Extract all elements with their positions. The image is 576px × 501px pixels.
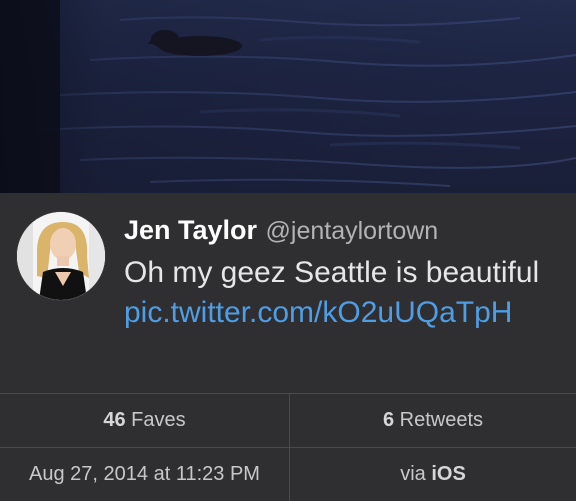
via-source[interactable]: via iOS [290,448,576,501]
water-scene [0,0,576,193]
avatar[interactable] [17,212,105,300]
timestamp: Aug 27, 2014 at 11:23 PM [0,448,289,501]
author-name[interactable]: Jen Taylor [124,215,257,245]
faves-label: Faves [131,409,186,431]
retweets-stat[interactable]: 6 Retweets [290,394,576,447]
divider-horizontal [0,447,576,448]
via-source-name: iOS [431,463,466,485]
tweet-header: Jen Taylor @jentaylortown [124,215,438,249]
author-handle[interactable]: @jentaylortown [266,217,439,245]
retweets-count: 6 [382,409,395,431]
retweets-label: Retweets [399,409,484,431]
tweet-photo[interactable] [0,0,576,193]
tweet-card[interactable]: Jen Taylor @jentaylortown Oh my geez Sea… [0,193,576,393]
tweet-stats: 46 Faves 6 Retweets Aug 27, 2014 at 11:2… [0,393,576,501]
faves-count: 46 [103,409,126,431]
tweet-text: Oh my geez Seattle is beautiful pic.twit… [124,253,564,333]
faves-stat[interactable]: 46 Faves [0,394,289,447]
via-prefix: via [400,463,426,485]
timestamp-text: Aug 27, 2014 at 11:23 PM [29,463,260,485]
tweet-link[interactable]: pic.twitter.com/kO2uUQaTpH [124,296,512,329]
tweet-text-plain: Oh my geez Seattle is beautiful [124,256,540,289]
